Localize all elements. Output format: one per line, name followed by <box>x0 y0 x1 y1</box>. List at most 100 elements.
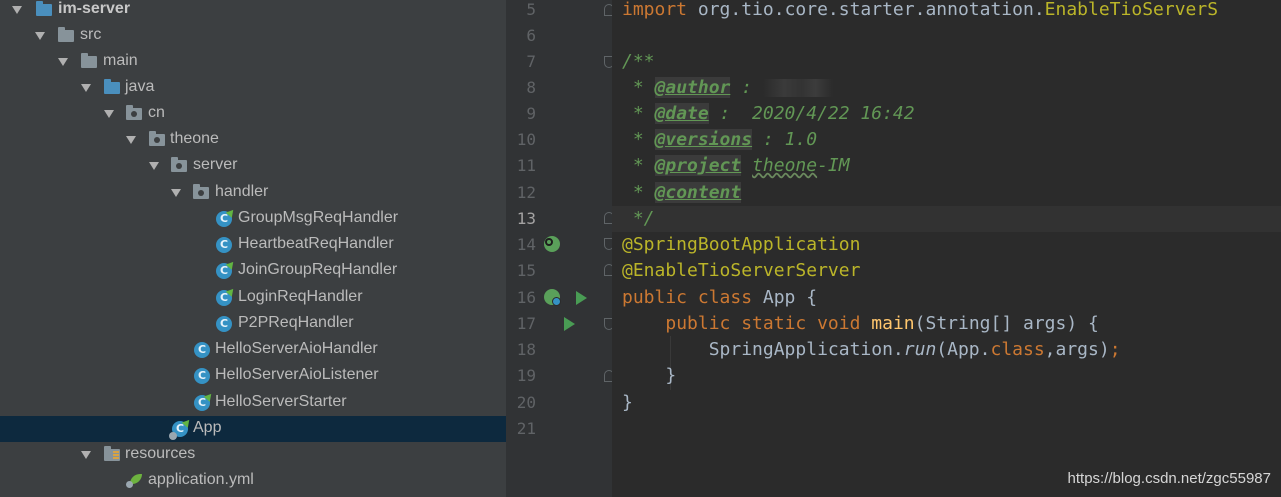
code-line-11: * @project theone-IM <box>622 155 850 176</box>
tree-item-label: src <box>80 26 102 43</box>
tree-item-label: P2PReqHandler <box>238 314 354 331</box>
tree-item-label: LoginReqHandler <box>238 288 363 305</box>
tree-item-file[interactable]: C HeartbeatReqHandler <box>0 232 506 258</box>
code-line-15: @EnableTioServerServer <box>622 260 861 281</box>
package-icon <box>171 157 189 175</box>
tree-item-app-selected[interactable]: C App <box>0 416 506 442</box>
tree-item-label: cn <box>148 104 165 121</box>
tree-item-label: handler <box>215 183 269 200</box>
tree-item-src[interactable]: src <box>0 23 506 49</box>
code-line-16: public class App { <box>622 287 818 308</box>
tree-item-cn[interactable]: cn <box>0 101 506 127</box>
package-icon <box>126 105 144 123</box>
tree-item-file[interactable]: C P2PReqHandler <box>0 311 506 337</box>
tree-item-label: java <box>125 78 155 95</box>
java-class-icon: C <box>215 315 233 333</box>
tree-item-file[interactable]: C HelloServerAioListener <box>0 363 506 389</box>
tree-item-handler[interactable]: handler <box>0 180 506 206</box>
tree-item-im-server[interactable]: im-server <box>0 0 506 23</box>
line-number: 14 <box>516 235 536 254</box>
code-line-19: } <box>665 365 677 386</box>
code-line-7: /** <box>622 51 655 72</box>
tree-item-file[interactable]: C GroupMsgReqHandler <box>0 206 506 232</box>
java-class-icon: C <box>215 289 233 307</box>
java-class-icon: C <box>215 236 233 254</box>
code-line-12: * @content <box>622 182 742 203</box>
folder-icon <box>58 27 76 45</box>
tree-item-main[interactable]: main <box>0 49 506 75</box>
line-number: 12 <box>516 183 536 202</box>
code-line-10: * @versions : 1.0 <box>622 129 818 150</box>
tree-item-label: resources <box>125 445 196 462</box>
resources-folder-icon <box>104 446 122 464</box>
tree-item-server[interactable]: server <box>0 153 506 179</box>
code-line-8: * @author : <box>622 75 833 101</box>
line-number: 11 <box>516 156 536 175</box>
expand-arrow-icon[interactable] <box>58 58 68 66</box>
run-icon[interactable] <box>576 291 587 305</box>
tree-item-label: HeartbeatReqHandler <box>238 235 394 252</box>
tree-item-java[interactable]: java <box>0 75 506 101</box>
tree-item-file[interactable]: C HelloServerAioHandler <box>0 337 506 363</box>
editor-gutter[interactable]: 5 6 7 8 9 10 11 12 13 14 15 16 17 18 19 … <box>506 0 643 497</box>
tree-item-file[interactable]: C LoginReqHandler <box>0 285 506 311</box>
code-line-17: public static void main(String[] args) { <box>665 313 1099 334</box>
java-class-icon: C <box>193 341 211 359</box>
code-line-5: import org.tio.core.starter.annotation.E… <box>622 0 1219 20</box>
tree-item-theone[interactable]: theone <box>0 127 506 153</box>
line-number: 9 <box>526 104 536 123</box>
code-editor[interactable]: import org.tio.core.starter.annotation.E… <box>612 0 1281 497</box>
tree-item-label: GroupMsgReqHandler <box>238 209 399 226</box>
tree-item-label: im-server <box>58 0 131 17</box>
module-folder-icon <box>36 1 54 19</box>
tree-item-label: main <box>103 52 138 69</box>
expand-arrow-icon[interactable] <box>12 6 22 14</box>
expand-arrow-icon[interactable] <box>171 189 181 197</box>
code-line-13: */ <box>622 208 655 229</box>
expand-arrow-icon[interactable] <box>35 32 45 40</box>
redacted-author-blur <box>762 79 833 97</box>
tree-item-yml[interactable]: application.yml <box>0 468 506 494</box>
tree-item-label: server <box>193 156 238 173</box>
tree-item-label: theone <box>170 130 219 147</box>
line-number: 15 <box>516 261 536 280</box>
package-icon <box>193 184 211 202</box>
line-number: 10 <box>516 130 536 149</box>
current-line-highlight <box>612 206 1281 232</box>
java-class-icon: C <box>215 262 233 280</box>
tree-item-file[interactable]: C JoinGroupReqHandler <box>0 258 506 284</box>
package-icon <box>149 131 167 149</box>
code-line-18: SpringApplication.run(App.class,args); <box>708 339 1121 360</box>
tree-item-label: application.yml <box>148 471 254 488</box>
run-icon[interactable] <box>564 317 575 331</box>
expand-arrow-icon[interactable] <box>81 451 91 459</box>
code-line-9: * @date : 2020/4/22 16:42 <box>622 103 915 124</box>
spring-bean-icon[interactable] <box>544 236 560 252</box>
tree-item-label: App <box>193 419 222 436</box>
line-number: 20 <box>516 393 536 412</box>
expand-arrow-icon[interactable] <box>126 136 136 144</box>
line-number: 19 <box>516 366 536 385</box>
java-class-icon: C <box>193 367 211 385</box>
folder-icon <box>81 53 99 71</box>
runnable-class-icon: C <box>169 420 189 440</box>
tree-item-label: JoinGroupReqHandler <box>238 261 398 278</box>
expand-arrow-icon[interactable] <box>104 110 114 118</box>
line-number: 8 <box>526 78 536 97</box>
java-class-icon: C <box>193 394 211 412</box>
watermark-text: https://blog.csdn.net/zgc55987 <box>1067 470 1271 487</box>
tree-item-resources[interactable]: resources <box>0 442 506 468</box>
tree-item-file[interactable]: C HelloServerStarter <box>0 390 506 416</box>
tree-item-label: HelloServerAioHandler <box>215 340 378 357</box>
code-line-14: @SpringBootApplication <box>622 234 861 255</box>
expand-arrow-icon[interactable] <box>149 162 159 170</box>
line-number: 5 <box>526 0 536 19</box>
line-number: 7 <box>526 52 536 71</box>
line-number: 16 <box>516 288 536 307</box>
current-line-number: 13 <box>516 209 536 228</box>
line-number: 18 <box>516 340 536 359</box>
expand-arrow-icon[interactable] <box>81 84 91 92</box>
source-folder-icon <box>104 79 122 97</box>
spring-bean-icon[interactable] <box>544 289 561 306</box>
spring-config-icon <box>126 472 144 490</box>
